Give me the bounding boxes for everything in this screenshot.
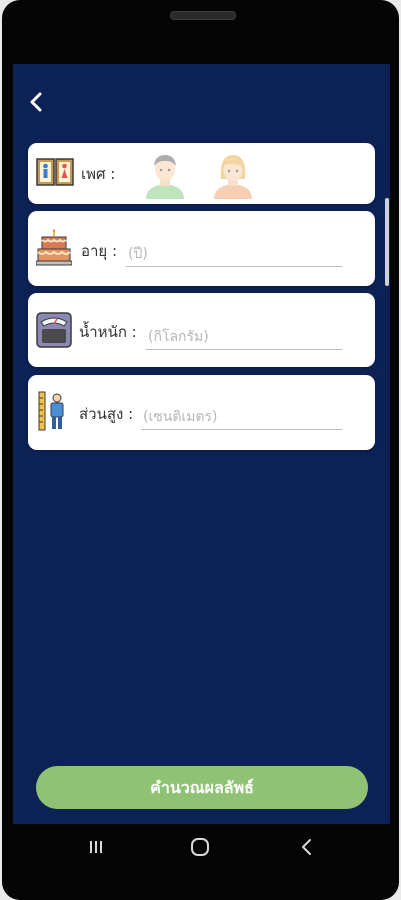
weight-card: น้ำหนัก : (กิโลกรัม) bbox=[28, 293, 375, 367]
phone-speaker bbox=[170, 11, 236, 20]
chevron-left-icon bbox=[30, 92, 42, 112]
male-avatar-icon[interactable] bbox=[140, 149, 190, 199]
age-input[interactable]: (ปี) bbox=[126, 242, 342, 267]
age-label: อายุ : bbox=[81, 242, 118, 260]
app-screen: เพศ : อายุ: (ปี) น้ำหนัก: (กิโลกรัม) ส… bbox=[13, 64, 390, 824]
birthday-cake-icon bbox=[36, 229, 72, 266]
gender-label: เพศ : bbox=[81, 165, 116, 183]
nav-back-button[interactable] bbox=[288, 832, 324, 862]
home-icon bbox=[191, 838, 209, 856]
gender-card: เพศ : bbox=[28, 143, 375, 204]
female-avatar-icon[interactable] bbox=[208, 149, 258, 199]
back-triangle-icon bbox=[302, 839, 311, 855]
calculate-button[interactable]: คำนวณผลลัพธ์ bbox=[36, 766, 368, 809]
android-nav-bar bbox=[2, 824, 399, 870]
back-button[interactable] bbox=[23, 89, 49, 115]
gender-sign-icon bbox=[36, 158, 74, 186]
height-measure-icon bbox=[38, 391, 64, 431]
home-button[interactable] bbox=[182, 832, 218, 862]
age-card: อายุ : (ปี) bbox=[28, 211, 375, 286]
recent-apps-button[interactable] bbox=[78, 832, 114, 862]
weight-scale-icon bbox=[36, 312, 72, 348]
height-label: ส่วนสูง : bbox=[79, 405, 134, 423]
scrollbar[interactable] bbox=[385, 198, 389, 286]
height-card: ส่วนสูง : (เซนติเมตร) bbox=[28, 375, 375, 450]
phone-frame: เพศ : อายุ: (ปี) น้ำหนัก: (กิโลกรัม) ส… bbox=[2, 0, 399, 900]
recent-apps-icon bbox=[90, 841, 102, 853]
weight-label: น้ำหนัก : bbox=[79, 323, 137, 341]
weight-input[interactable]: (กิโลกรัม) bbox=[146, 325, 342, 350]
height-input[interactable]: (เซนติเมตร) bbox=[141, 405, 342, 430]
